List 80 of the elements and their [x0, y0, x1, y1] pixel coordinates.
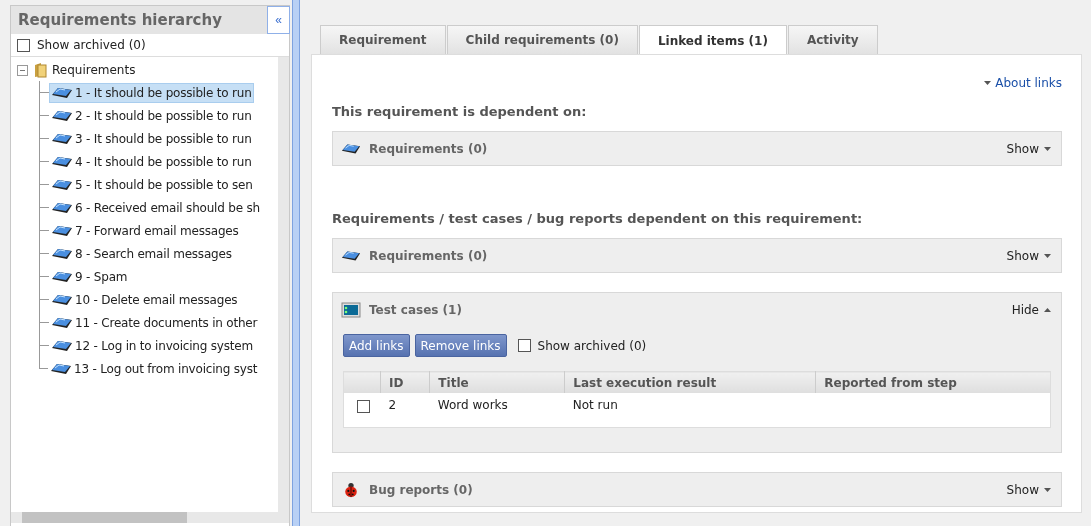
tree-item-label: 6 - Received email should be sh [75, 200, 260, 215]
toggle-button[interactable]: Show [1006, 141, 1051, 156]
tab[interactable]: Activity [787, 25, 878, 54]
requirement-icon [51, 200, 73, 215]
column-header[interactable]: ID [380, 371, 430, 393]
requirement-icon [51, 292, 73, 307]
tree-item[interactable]: 3 - It should be possible to run [49, 128, 254, 149]
column-header[interactable]: Title [429, 371, 565, 393]
tree-item-label: 2 - It should be possible to run [75, 108, 252, 123]
tree-item[interactable]: 11 - Create documents in other [49, 312, 260, 333]
caret-down-icon [1044, 487, 1051, 492]
tree-item-label: 1 - It should be possible to run [75, 85, 252, 100]
caret-down-icon [1044, 253, 1051, 258]
toggle-button[interactable]: Show [1006, 482, 1051, 497]
button[interactable]: Add links [343, 334, 410, 357]
collapse-button[interactable]: « [267, 6, 290, 34]
requirement-icon [50, 361, 72, 376]
tree-item[interactable]: 9 - Spam [49, 266, 130, 287]
tree-item[interactable]: 8 - Search email messages [49, 243, 234, 264]
section-heading: This requirement is dependent on: [332, 104, 588, 119]
tree-item-label: 12 - Log in to invoicing system [75, 338, 253, 353]
table-cell: Not run [564, 393, 816, 428]
requirement-icon [51, 315, 73, 330]
panel-title: Requirements (0) [369, 248, 489, 263]
tree-item[interactable]: 4 - It should be possible to run [49, 151, 254, 172]
checkbox[interactable] [517, 339, 531, 352]
caret-down-icon [984, 81, 992, 85]
table-cell: Word works [429, 393, 565, 428]
panel-title: Requirements (0) [369, 141, 489, 156]
tab[interactable]: Child requirements (0) [446, 25, 638, 54]
checkbox-label: Show archived (0) [537, 338, 647, 353]
toggle-button[interactable]: Show [1006, 248, 1051, 263]
requirement-icon [51, 223, 73, 238]
tree-item-label: 9 - Spam [75, 269, 128, 284]
toggle-button[interactable]: Hide [1011, 302, 1051, 317]
tree-item-label: 3 - It should be possible to run [75, 131, 252, 146]
tree-item[interactable]: 12 - Log in to invoicing system [49, 335, 255, 356]
caret-down-icon [1044, 146, 1051, 151]
panel-title: Requirements hierarchy [17, 11, 222, 29]
column-header[interactable]: Last execution result [564, 371, 816, 393]
column-header[interactable]: Reported from step [815, 371, 1051, 393]
vertical-scrollbar[interactable] [278, 57, 289, 512]
checkbox[interactable] [357, 400, 370, 413]
tree-item-label: 7 - Forward email messages [75, 223, 239, 238]
requirement-icon [51, 85, 73, 100]
tree-item[interactable]: 5 - It should be possible to sen [49, 174, 255, 195]
checkbox[interactable] [17, 38, 30, 52]
tab[interactable]: Linked items (1) [638, 25, 787, 55]
tree-item[interactable]: Requirements [52, 63, 136, 77]
tree-item[interactable]: 2 - It should be possible to run [49, 105, 254, 126]
checkbox-label: Show archived (0) [37, 38, 146, 52]
tree-item-label: 10 - Delete email messages [75, 292, 238, 307]
tree-item-label: 11 - Create documents in other [75, 315, 258, 330]
requirement-icon [51, 154, 73, 169]
requirement-icon [51, 246, 73, 261]
tree-item[interactable]: 7 - Forward email messages [49, 220, 241, 241]
folder-icon [32, 62, 48, 78]
horizontal-scrollbar[interactable] [11, 512, 289, 523]
tree-item[interactable]: 10 - Delete email messages [49, 289, 240, 310]
tree-item-label: 13 - Log out from invoicing syst [74, 361, 258, 376]
panel-title: Bug reports (0) [369, 482, 474, 497]
requirement-icon [51, 108, 73, 123]
requirement-icon [51, 269, 73, 284]
panel-title: Test cases (1) [369, 302, 463, 317]
tree-item-label: 4 - It should be possible to run [75, 154, 252, 169]
tree-item-label: 5 - It should be possible to sen [75, 177, 253, 192]
tree-item[interactable]: 1 - It should be possible to run [49, 82, 254, 103]
tree-item-label: 8 - Search email messages [75, 246, 232, 261]
table-cell: 2 [380, 393, 430, 428]
requirement-icon [51, 338, 73, 353]
tree-item[interactable]: 6 - Received email should be sh [49, 197, 262, 218]
tab[interactable]: Requirement [320, 25, 446, 54]
test-case-icon [341, 301, 361, 318]
tree-item[interactable]: 13 - Log out from invoicing syst [48, 358, 260, 379]
requirement-icon [51, 131, 73, 146]
section-heading: Requirements / test cases / bug reports dependent on this requirement: [332, 211, 864, 226]
caret-up-icon [1044, 307, 1051, 312]
requirement-icon [51, 177, 73, 192]
button[interactable]: Remove links [414, 334, 507, 357]
about-link[interactable]: About links [984, 76, 1062, 90]
